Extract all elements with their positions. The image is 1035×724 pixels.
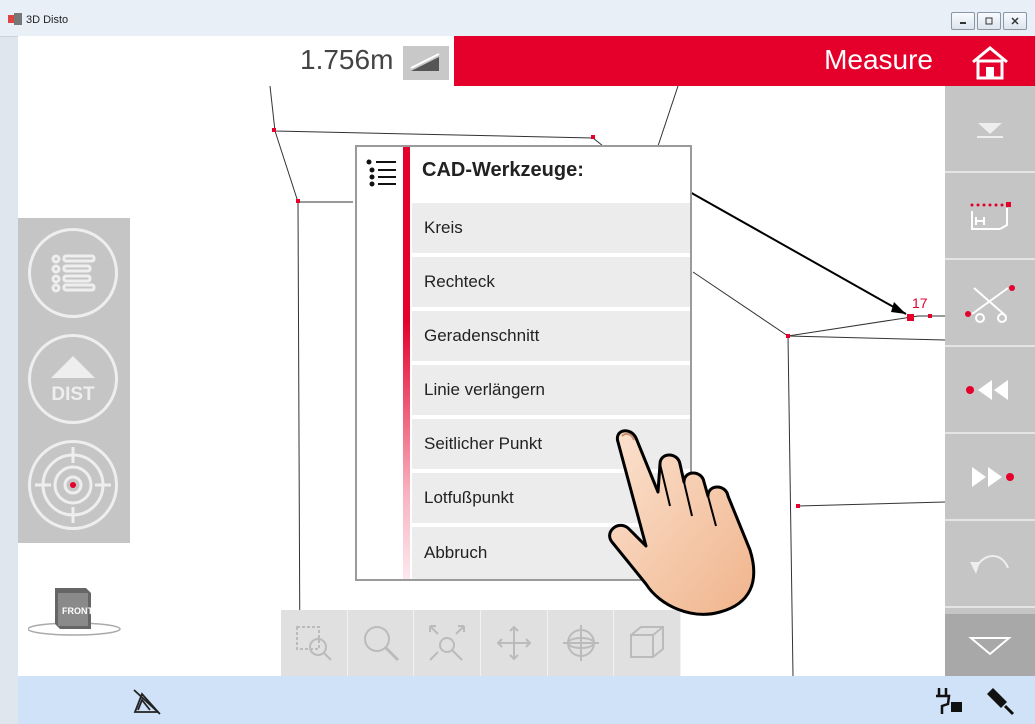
menu-item-geradenschnitt[interactable]: Geradenschnitt [412, 309, 690, 361]
window-title: 3D Disto [26, 14, 69, 26]
dist-label: DIST [51, 384, 95, 405]
dropdown-button[interactable] [945, 86, 1035, 173]
zoom-extents-icon [429, 625, 466, 661]
undo-icon [970, 554, 1009, 574]
next-point-button[interactable] [945, 434, 1035, 521]
no-sketch-icon [133, 689, 161, 715]
menu-button[interactable] [28, 228, 118, 318]
menu-item-kreis[interactable]: Kreis [412, 201, 690, 253]
list-icon [51, 254, 96, 293]
cad-tools-button[interactable] [945, 173, 1035, 260]
menu-item-label: Lotfußpunkt [424, 488, 514, 507]
zoom-window-button[interactable] [281, 610, 348, 676]
maximize-icon [985, 17, 993, 25]
window-titlebar: 3D Disto [0, 0, 1035, 37]
orbit-icon [562, 625, 599, 661]
zoom-extents-button[interactable] [414, 610, 482, 676]
incline-button[interactable] [403, 46, 449, 80]
minimize-button[interactable] [951, 12, 975, 30]
next-point-icon [972, 466, 1014, 487]
app-icon [8, 13, 22, 25]
3d-view-icon [630, 626, 665, 658]
scissors-icon [965, 284, 1015, 323]
menu-item-label: Linie verlängern [424, 380, 545, 399]
maximize-button[interactable] [977, 12, 1001, 30]
left-panel: DIST [18, 218, 130, 543]
dropdown-icon [977, 122, 1003, 138]
target-button[interactable] [28, 440, 118, 530]
undo-button[interactable] [945, 521, 1035, 608]
previous-point-button[interactable] [945, 347, 1035, 434]
view-cube-label: FRONT [62, 606, 93, 616]
close-button[interactable] [1003, 12, 1027, 30]
incline-icon [410, 53, 440, 71]
menu-item-label: Kreis [424, 218, 463, 237]
menu-accent-bar [403, 147, 410, 579]
menu-item-rechteck[interactable]: Rechteck [412, 255, 690, 307]
pan-icon [496, 625, 532, 661]
menu-item-label: Abbruch [424, 543, 488, 562]
pan-button[interactable] [481, 610, 548, 676]
menu-item-label: Rechteck [424, 272, 495, 291]
menu-item-linie-verlaengern[interactable]: Linie verlängern [412, 363, 690, 415]
minimize-icon [960, 22, 966, 24]
zoom-icon [363, 626, 399, 662]
view-cube[interactable]: FRONT [27, 585, 123, 645]
pointing-hand-icon [608, 429, 756, 616]
close-icon [1011, 17, 1019, 25]
mode-bar: Measure [454, 36, 945, 86]
status-bar [18, 676, 1035, 724]
expand-icon [968, 637, 1012, 656]
mode-label: Measure [824, 44, 933, 75]
power-plug-icon [936, 688, 962, 714]
expand-button[interactable] [945, 614, 1035, 676]
list-icon [366, 159, 396, 187]
right-panel [945, 86, 1035, 676]
menu-item-label: Seitlicher Punkt [424, 434, 543, 453]
zoom-window-icon [295, 626, 332, 661]
previous-point-icon [966, 379, 1008, 400]
menu-item-label: Geradenschnitt [424, 326, 540, 345]
home-icon [972, 46, 1008, 80]
cad-tools-icon [970, 201, 1011, 230]
distance-readout: 1.756m [300, 44, 394, 75]
zoom-button[interactable] [347, 610, 415, 676]
home-button[interactable] [945, 36, 1035, 86]
dist-button[interactable]: DIST [28, 334, 118, 424]
trim-button[interactable] [945, 260, 1035, 347]
connection-icon [987, 688, 1015, 716]
point-label: 17 [912, 295, 928, 311]
menu-title: CAD-Werkzeuge: [422, 159, 584, 181]
target-icon [35, 447, 111, 523]
